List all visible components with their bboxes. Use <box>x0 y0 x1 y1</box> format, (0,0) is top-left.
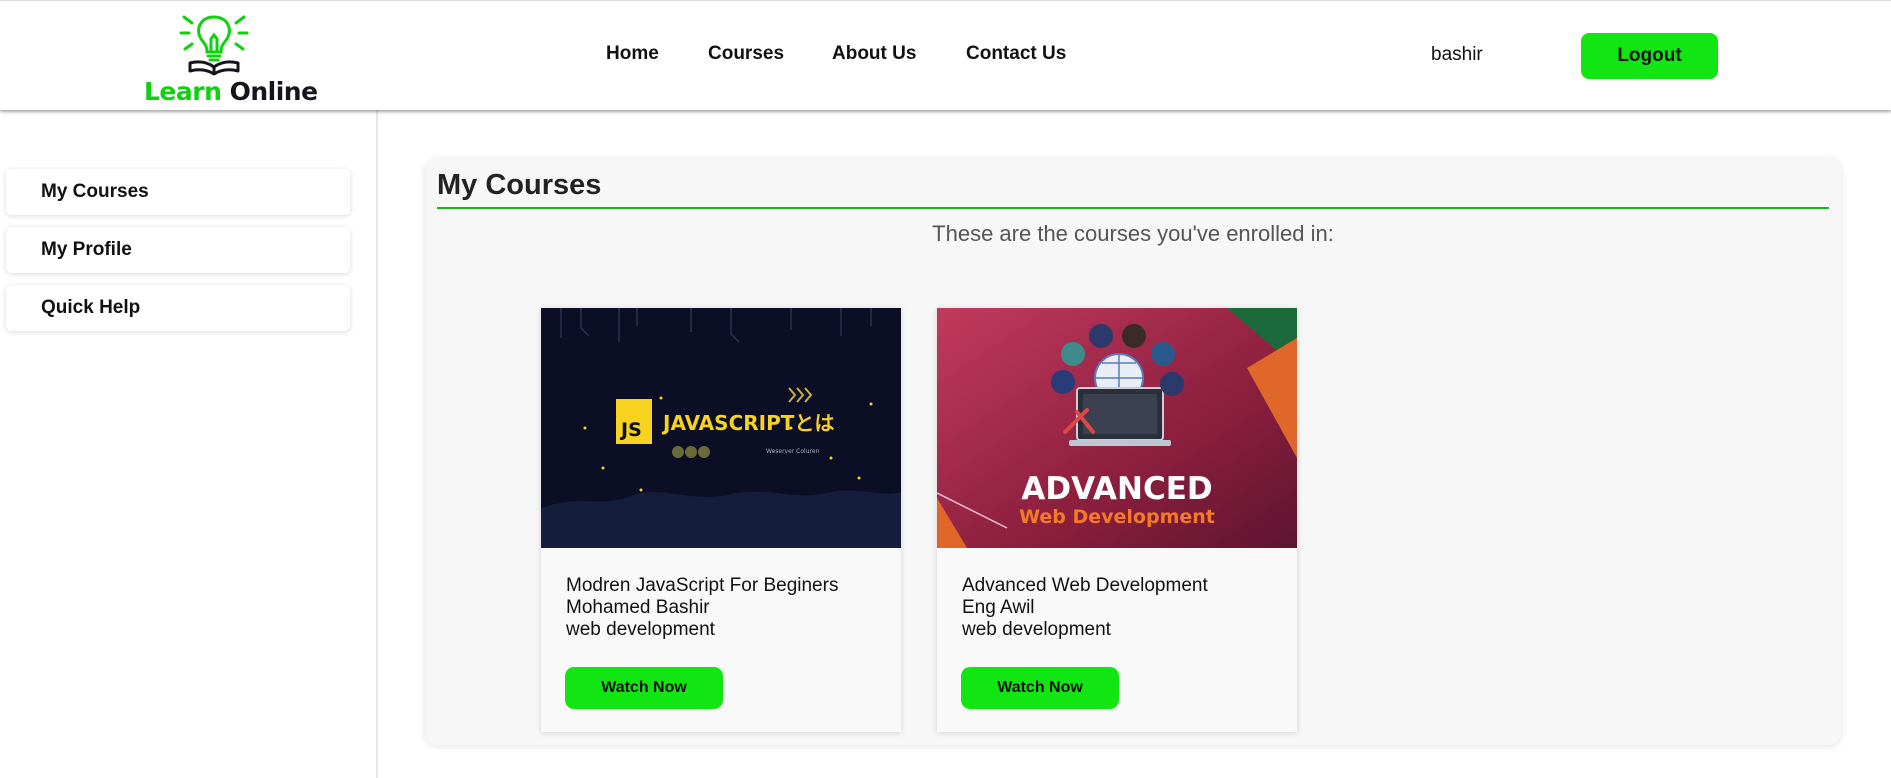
sidebar: My Courses My Profile Quick Help <box>0 110 378 778</box>
thumbnail-advanced-text: ADVANCED <box>1021 471 1212 507</box>
nav-link-home[interactable]: Home <box>606 43 659 65</box>
course-category: web development <box>962 619 1111 640</box>
course-thumbnail-javascript[interactable]: JS JAVASCRIPTとは Weserver Coluren <box>541 308 901 548</box>
course-card: ADVANCED Web Development Advanced Web De… <box>937 308 1297 732</box>
course-info: Modren JavaScript For Beginers Mohamed B… <box>566 575 838 641</box>
course-instructor: Mohamed Bashir <box>566 597 710 618</box>
nav-link-about-us[interactable]: About Us <box>832 43 916 65</box>
page-subtitle: These are the courses you've enrolled in… <box>932 221 1334 246</box>
course-info: Advanced Web Development Eng Awil web de… <box>962 575 1208 641</box>
my-courses-panel: My Courses These are the courses you've … <box>425 159 1841 745</box>
thumbnail-js-text: JAVASCRIPTとは <box>661 411 834 435</box>
course-card: JS JAVASCRIPTとは Weserver Coluren Modren … <box>541 308 901 732</box>
course-thumbnail-advanced-web[interactable]: ADVANCED Web Development <box>937 308 1297 548</box>
course-title: Advanced Web Development <box>962 575 1208 596</box>
page-title: My Courses <box>437 169 602 201</box>
course-instructor: Eng Awil <box>962 597 1035 618</box>
thumbnail-small-text: Weserver Coluren <box>766 448 820 455</box>
sidebar-item-my-courses[interactable]: My Courses <box>6 169 350 215</box>
sidebar-item-my-profile[interactable]: My Profile <box>6 227 350 273</box>
logo-text-online: Online <box>229 77 318 106</box>
nav-link-contact-us[interactable]: Contact Us <box>966 43 1066 65</box>
thumbnail-web-dev-text: Web Development <box>1019 506 1215 528</box>
nav-link-courses[interactable]: Courses <box>708 43 784 65</box>
logout-button[interactable]: Logout <box>1581 33 1718 79</box>
sidebar-item-quick-help[interactable]: Quick Help <box>6 285 350 331</box>
course-category: web development <box>566 619 715 640</box>
title-divider <box>437 207 1829 209</box>
username-label: bashir <box>1431 44 1483 65</box>
watch-now-button[interactable]: Watch Now <box>961 667 1119 709</box>
course-title: Modren JavaScript For Beginers <box>566 575 839 596</box>
thumbnail-js-badge: JS <box>619 419 642 441</box>
watch-now-button[interactable]: Watch Now <box>565 667 723 709</box>
top-header: Learn Online Home Courses About Us Conta… <box>0 0 1891 110</box>
site-logo[interactable]: Learn Online <box>140 11 318 107</box>
logo-text: Learn Online <box>144 77 318 106</box>
lightbulb-book-icon <box>179 15 249 76</box>
logo-text-learn: Learn <box>144 77 222 106</box>
